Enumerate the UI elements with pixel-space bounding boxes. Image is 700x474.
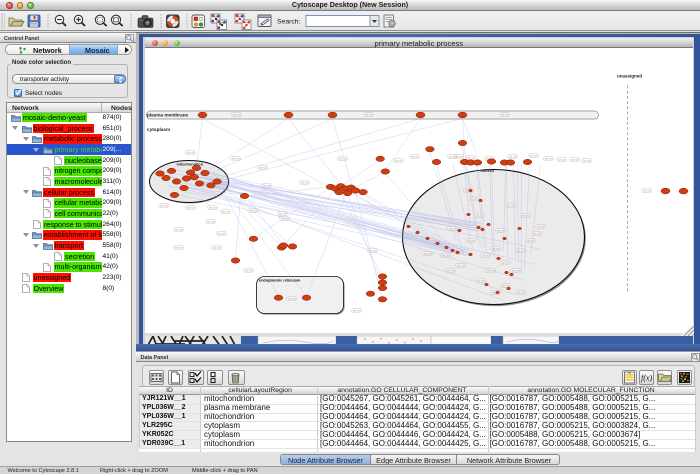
svg-text:f(x): f(x): [641, 373, 652, 382]
svg-text:(xx xx): (xx xx): [368, 248, 376, 252]
svg-text:(xx xx): (xx xx): [496, 228, 504, 232]
svg-text:(xx xx): (xx xx): [466, 238, 474, 242]
svg-text:(xx xx): (xx xx): [501, 260, 509, 264]
svg-text:(xx xx): (xx xx): [280, 216, 288, 220]
svg-text:(xx xx): (xx xx): [536, 224, 544, 228]
svg-text:cytoplasm: cytoplasm: [147, 127, 170, 132]
svg-text:(xx xx): (xx xx): [486, 268, 494, 272]
svg-text:(xx xx): (xx xx): [582, 158, 590, 162]
svg-text:(xx xx): (xx xx): [186, 150, 194, 154]
svg-text:(xx xx): (xx xx): [516, 290, 524, 294]
svg-text:(xx xx): (xx xx): [570, 157, 578, 161]
svg-text:(xx xx): (xx xx): [441, 253, 449, 257]
svg-text:(xx xx): (xx xx): [287, 296, 295, 300]
svg-text:(xx xx): (xx xx): [481, 253, 489, 257]
svg-text:unassigned: unassigned: [617, 73, 642, 78]
svg-text:(xx xx): (xx xx): [454, 154, 462, 158]
svg-text:(xx xx): (xx xx): [516, 248, 524, 252]
svg-text:(xx xx): (xx xx): [206, 219, 214, 223]
svg-text:(xx xx): (xx xx): [174, 245, 182, 249]
svg-text:(xx xx): (xx xx): [423, 251, 431, 255]
svg-text:(xx xx): (xx xx): [446, 268, 454, 272]
svg-text:(xx xx): (xx xx): [244, 268, 252, 272]
svg-text:(xx xx): (xx xx): [491, 246, 499, 250]
svg-text:(xx xx): (xx xx): [521, 213, 529, 217]
svg-text:(xx xx): (xx xx): [159, 203, 167, 207]
svg-text:(xx xx): (xx xx): [231, 156, 239, 160]
svg-text:(xx xx): (xx xx): [221, 209, 229, 213]
svg-text:Search:: Search:: [277, 19, 301, 26]
svg-text:(xx xx): (xx xx): [456, 263, 464, 267]
svg-text:(xx xx): (xx xx): [557, 157, 565, 161]
svg-text:(xx xx): (xx xx): [278, 211, 286, 215]
svg-text:(xx xx): (xx xx): [262, 183, 270, 187]
svg-text:(xx xx): (xx xx): [258, 165, 266, 169]
svg-text:(xx xx): (xx xx): [448, 226, 456, 230]
svg-text:(xx xx): (xx xx): [511, 268, 519, 272]
svg-text:(xx xx): (xx xx): [532, 231, 540, 235]
svg-text:(xx xx): (xx xx): [174, 227, 182, 231]
svg-text:(xx xx): (xx xx): [364, 112, 372, 116]
svg-text:(xx xx): (xx xx): [544, 156, 552, 160]
svg-text:(xx xx): (xx xx): [642, 188, 650, 192]
svg-text:(xx xx): (xx xx): [186, 205, 194, 209]
svg-text:(xx xx): (xx xx): [394, 158, 402, 162]
svg-text:(xx xx): (xx xx): [475, 213, 483, 217]
svg-text:(xx xx): (xx xx): [249, 208, 257, 212]
svg-text:plasma membrane: plasma membrane: [147, 112, 189, 117]
svg-text:(xx xx): (xx xx): [338, 156, 346, 160]
svg-text:(xx xx): (xx xx): [212, 245, 220, 249]
svg-text:(xx xx): (xx xx): [352, 308, 360, 312]
svg-text:(xx xx): (xx xx): [468, 196, 476, 200]
svg-text:(xx xx): (xx xx): [208, 205, 216, 209]
svg-text:(xx xx): (xx xx): [232, 112, 240, 116]
svg-text:(xx xx): (xx xx): [466, 155, 474, 159]
svg-text:(xx xx): (xx xx): [410, 154, 418, 158]
svg-text:endoplasmic reticulum: endoplasmic reticulum: [259, 278, 301, 282]
svg-text:(xx xx): (xx xx): [529, 153, 537, 157]
svg-text:(xx xx): (xx xx): [500, 112, 508, 116]
svg-text:(xx xx): (xx xx): [300, 180, 308, 184]
svg-text:(xx xx): (xx xx): [506, 203, 514, 207]
svg-text:(xx xx): (xx xx): [526, 238, 534, 242]
svg-text:nucleus: nucleus: [480, 169, 494, 173]
svg-text:(xx xx): (xx xx): [476, 278, 484, 282]
svg-text:(xx xx): (xx xx): [508, 154, 516, 158]
svg-text:(xx xx): (xx xx): [217, 231, 225, 235]
